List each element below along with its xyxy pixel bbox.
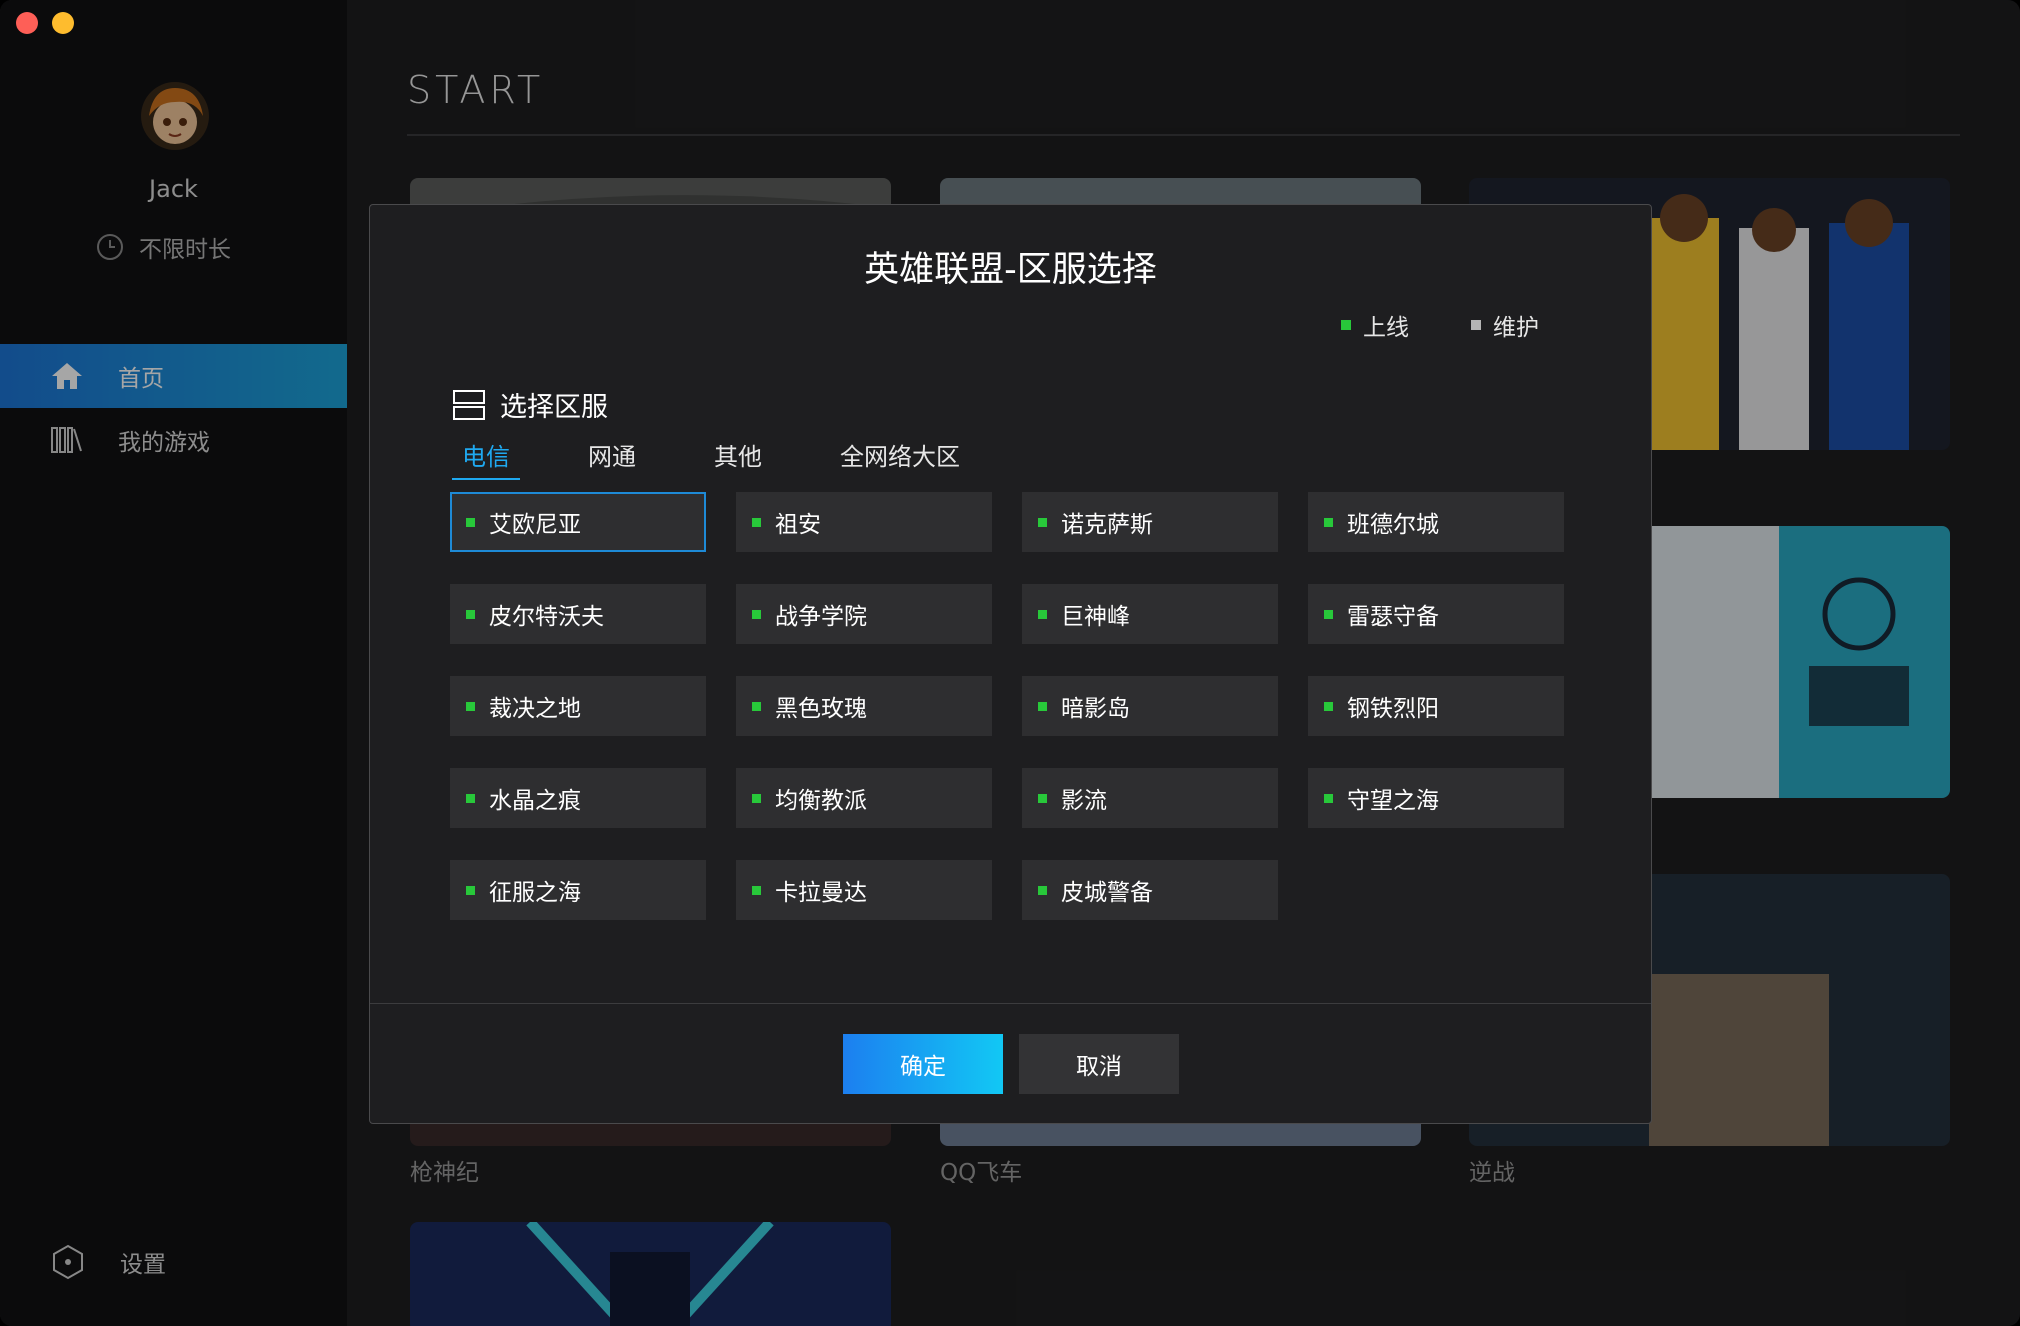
server-name: 守望之海 — [1347, 788, 1439, 814]
server-option[interactable]: 守望之海 — [1308, 768, 1564, 828]
online-status-icon — [466, 793, 475, 803]
tab-other[interactable]: 其他 — [704, 437, 772, 480]
server-option[interactable]: 钢铁烈阳 — [1308, 676, 1564, 736]
server-option[interactable]: 皮尔特沃夫 — [450, 584, 706, 644]
online-status-icon — [1038, 609, 1047, 619]
server-option[interactable]: 暗影岛 — [1022, 676, 1278, 736]
online-status-icon — [1038, 701, 1047, 711]
server-option[interactable]: 艾欧尼亚 — [450, 492, 706, 552]
server-name: 裁决之地 — [489, 696, 581, 722]
server-name: 影流 — [1061, 788, 1107, 814]
server-option[interactable]: 战争学院 — [736, 584, 992, 644]
online-status-icon — [1341, 320, 1351, 330]
server-name: 征服之海 — [489, 880, 581, 906]
server-option[interactable]: 祖安 — [736, 492, 992, 552]
server-option[interactable]: 皮城警备 — [1022, 860, 1278, 920]
maintenance-status-icon — [1471, 320, 1481, 330]
tab-all-network[interactable]: 全网络大区 — [830, 437, 970, 480]
server-name: 暗影岛 — [1061, 696, 1130, 722]
server-name: 黑色玫瑰 — [775, 696, 867, 722]
online-status-icon — [466, 701, 475, 711]
legend-maintenance: 维护 — [1471, 308, 1539, 342]
server-option[interactable]: 雷瑟守备 — [1308, 584, 1564, 644]
legend-online: 上线 — [1341, 308, 1409, 342]
server-name: 雷瑟守备 — [1347, 604, 1439, 630]
online-status-icon — [466, 517, 475, 527]
server-option[interactable]: 班德尔城 — [1308, 492, 1564, 552]
server-name: 皮尔特沃夫 — [489, 604, 604, 630]
online-status-icon — [1038, 793, 1047, 803]
section-title-label: 选择区服 — [500, 392, 608, 423]
online-status-icon — [752, 517, 761, 527]
server-name: 均衡教派 — [775, 788, 867, 814]
server-option[interactable]: 影流 — [1022, 768, 1278, 828]
server-name: 卡拉曼达 — [775, 880, 867, 906]
online-status-icon — [1038, 517, 1047, 527]
online-status-icon — [752, 701, 761, 711]
server-name: 巨神峰 — [1061, 604, 1130, 630]
online-status-icon — [1324, 517, 1333, 527]
online-status-icon — [466, 885, 475, 895]
online-status-icon — [752, 793, 761, 803]
server-option[interactable]: 卡拉曼达 — [736, 860, 992, 920]
server-name: 艾欧尼亚 — [489, 512, 581, 538]
region-tabs: 电信 网通 其他 全网络大区 — [452, 437, 970, 480]
online-status-icon — [466, 609, 475, 619]
server-option[interactable]: 诺克萨斯 — [1022, 492, 1278, 552]
minimize-window-button[interactable] — [52, 12, 74, 34]
confirm-button[interactable]: 确定 — [843, 1034, 1003, 1094]
window-controls — [16, 12, 74, 34]
close-window-button[interactable] — [16, 12, 38, 34]
online-status-icon — [1324, 701, 1333, 711]
status-legend: 上线 维护 — [1341, 308, 1539, 342]
server-name: 水晶之痕 — [489, 788, 581, 814]
section-title: 选择区服 — [452, 385, 608, 424]
server-option[interactable]: 征服之海 — [450, 860, 706, 920]
server-option[interactable]: 均衡教派 — [736, 768, 992, 828]
legend-online-label: 上线 — [1363, 315, 1409, 341]
server-name: 钢铁烈阳 — [1347, 696, 1439, 722]
cancel-button[interactable]: 取消 — [1019, 1034, 1179, 1094]
server-icon — [453, 389, 485, 420]
server-name: 诺克萨斯 — [1061, 512, 1153, 538]
online-status-icon — [1038, 885, 1047, 895]
server-select-dialog: 英雄联盟-区服选择 上线 维护 选择区服 电信 网通 其他 全网络大区 艾欧尼亚… — [369, 204, 1652, 1124]
dialog-title: 英雄联盟-区服选择 — [864, 250, 1157, 290]
online-status-icon — [1324, 793, 1333, 803]
server-option[interactable]: 巨神峰 — [1022, 584, 1278, 644]
dialog-divider — [370, 1003, 1651, 1004]
server-grid: 艾欧尼亚 祖安 诺克萨斯 班德尔城 皮尔特沃夫 战争学院 巨神峰 雷瑟守备 裁决… — [450, 492, 1564, 920]
app-window: Jack 不限时长 首页 我的游戏 设置 START 枪神纪 QQ飞车 逆战 英… — [0, 0, 2020, 1326]
server-name: 班德尔城 — [1347, 512, 1439, 538]
server-name: 战争学院 — [775, 604, 867, 630]
legend-maintenance-label: 维护 — [1493, 315, 1539, 341]
tab-telecom[interactable]: 电信 — [452, 437, 520, 480]
server-option[interactable]: 水晶之痕 — [450, 768, 706, 828]
online-status-icon — [752, 885, 761, 895]
online-status-icon — [752, 609, 761, 619]
online-status-icon — [1324, 609, 1333, 619]
server-name: 祖安 — [775, 512, 821, 538]
tab-netcom[interactable]: 网通 — [578, 437, 646, 480]
server-name: 皮城警备 — [1061, 880, 1153, 906]
server-option[interactable]: 裁决之地 — [450, 676, 706, 736]
server-option[interactable]: 黑色玫瑰 — [736, 676, 992, 736]
